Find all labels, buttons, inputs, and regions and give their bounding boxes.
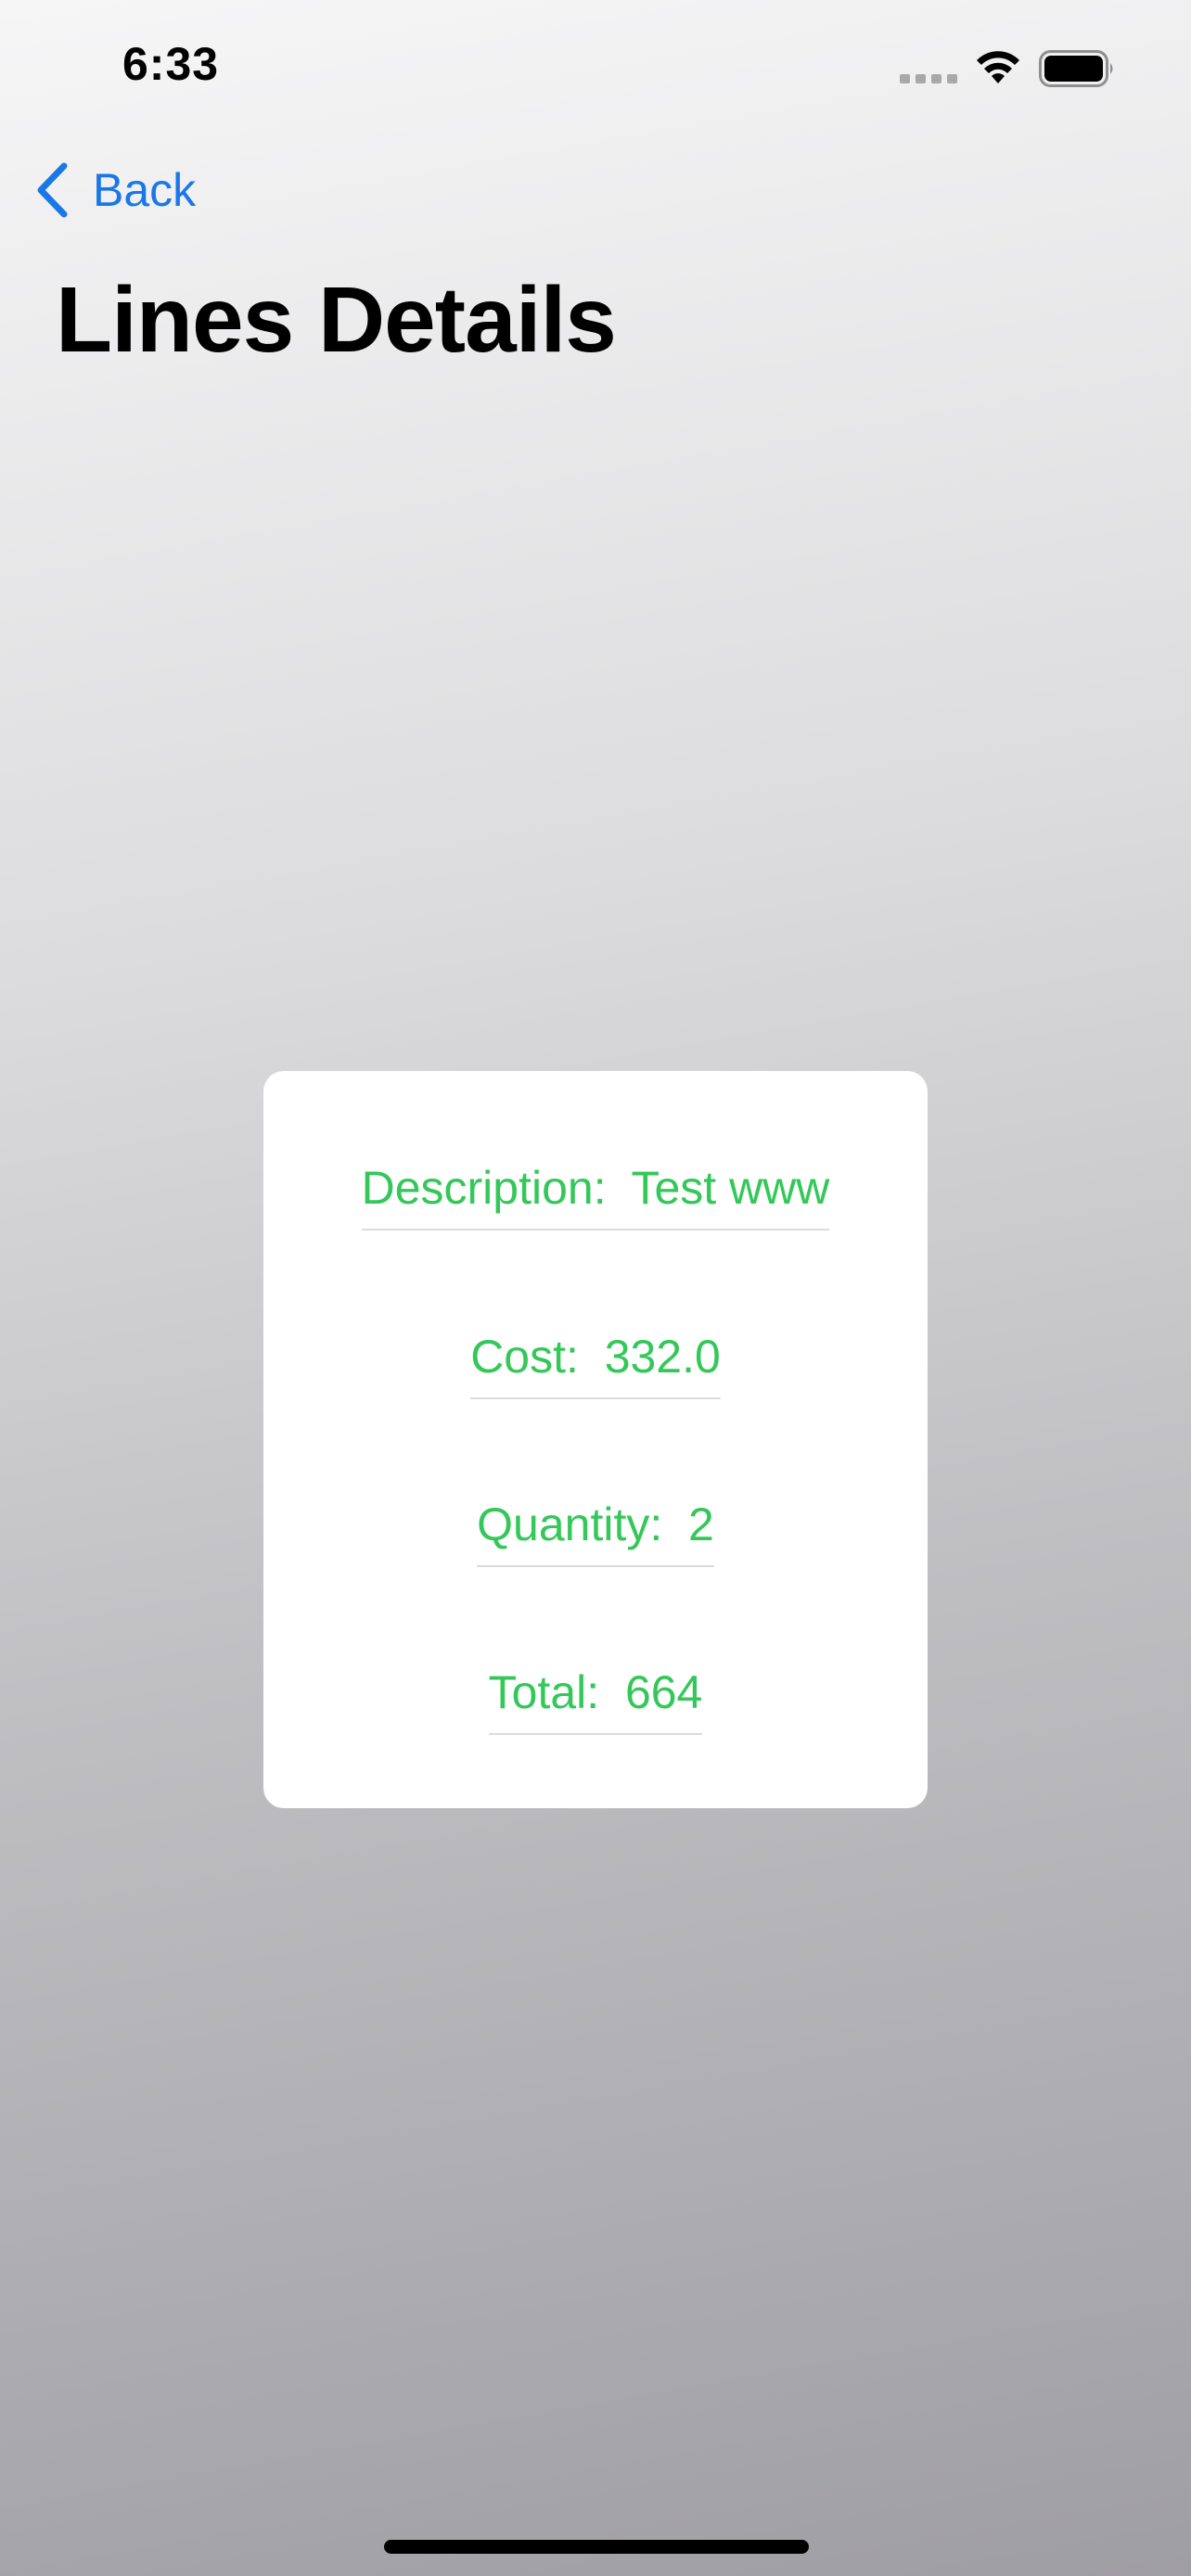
- quantity-field[interactable]: Quantity: 2: [477, 1497, 714, 1567]
- home-indicator[interactable]: [384, 2540, 809, 2554]
- description-label: Description:: [361, 1162, 607, 1214]
- cost-field[interactable]: Cost: 332.0: [470, 1329, 721, 1399]
- page-title: Lines Details: [56, 268, 617, 372]
- quantity-value: 2: [688, 1498, 714, 1550]
- quantity-label: Quantity:: [477, 1498, 663, 1550]
- description-field[interactable]: Description: Test www: [361, 1160, 830, 1231]
- signal-icon: [900, 74, 957, 83]
- total-value: 664: [624, 1666, 703, 1718]
- cost-label: Cost:: [470, 1331, 579, 1383]
- cost-row: Cost: 332.0: [263, 1329, 928, 1399]
- total-field[interactable]: Total: 664: [488, 1664, 703, 1735]
- details-card: Description: Test www Cost: 332.0 Quanti…: [263, 1071, 928, 1808]
- back-button[interactable]: Back: [33, 158, 196, 223]
- battery-icon: [1039, 50, 1113, 87]
- chevron-left-icon: [37, 162, 68, 218]
- back-label: Back: [93, 164, 197, 216]
- status-bar: 6:33: [0, 0, 1191, 130]
- quantity-row: Quantity: 2: [263, 1497, 928, 1567]
- description-row: Description: Test www: [263, 1160, 928, 1231]
- status-time: 6:33: [122, 38, 220, 90]
- total-label: Total:: [488, 1666, 600, 1718]
- total-row: Total: 664: [263, 1664, 928, 1735]
- description-value: Test www: [631, 1162, 830, 1214]
- cost-value: 332.0: [604, 1331, 721, 1383]
- wifi-icon: [977, 51, 1019, 83]
